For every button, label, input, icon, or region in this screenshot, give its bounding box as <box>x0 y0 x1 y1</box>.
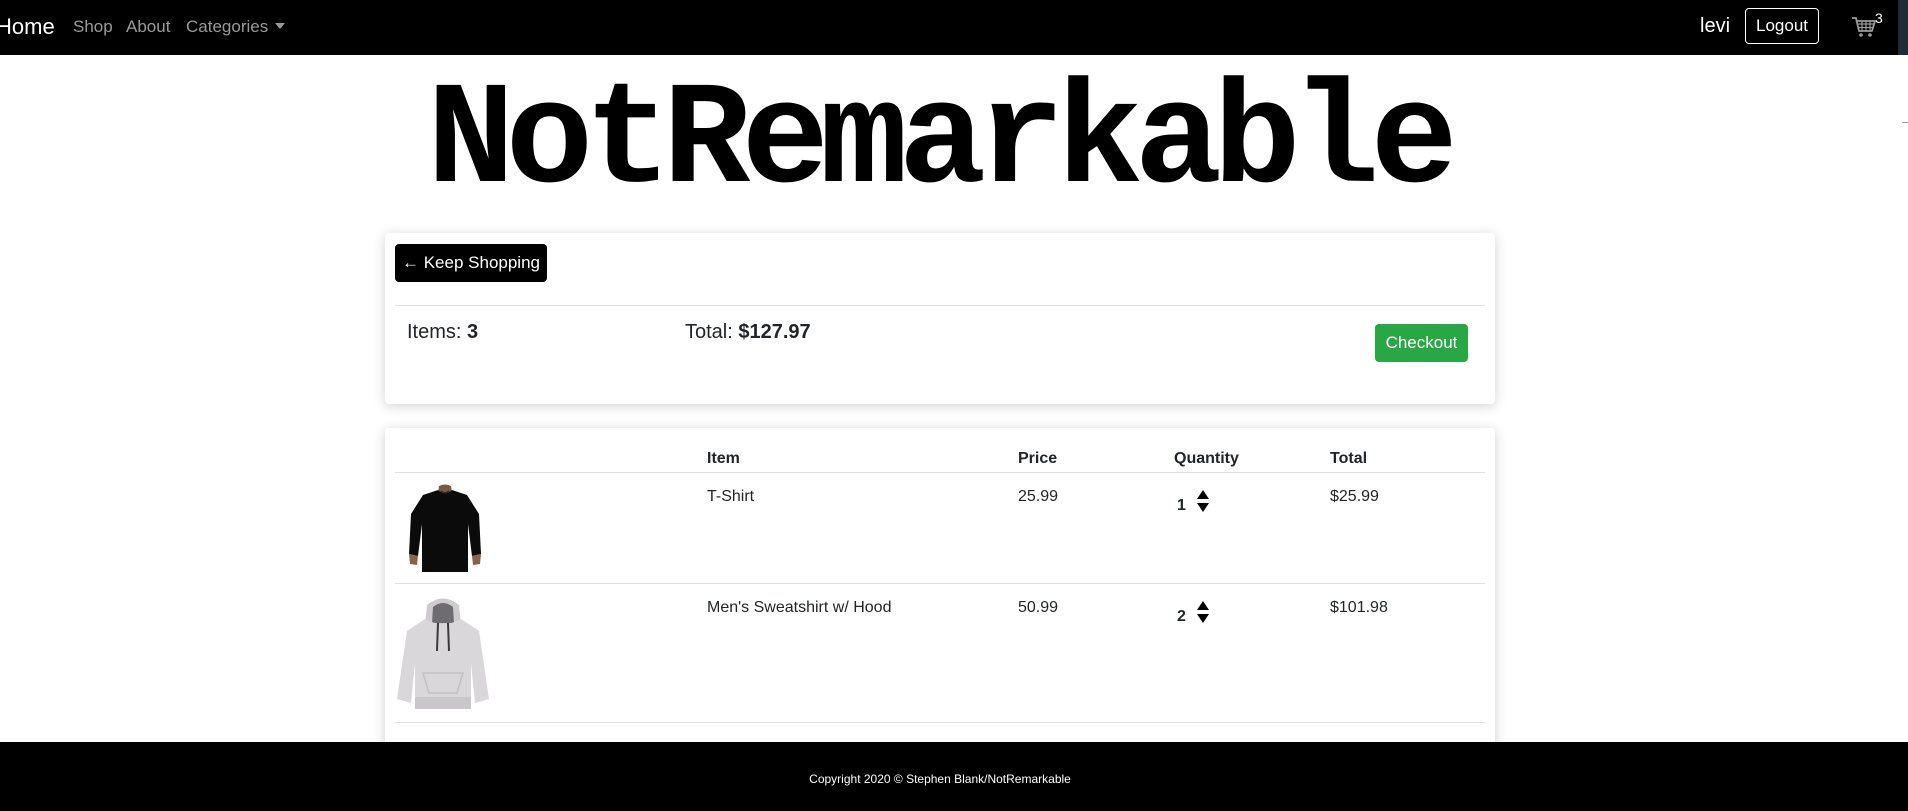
items-label: Items: <box>407 321 462 343</box>
cell-item: T-Shirt <box>707 488 755 505</box>
window-edge-strip <box>1898 0 1908 55</box>
cell-total: $25.99 <box>1330 488 1379 505</box>
total-label: Total: <box>685 321 733 343</box>
grey-hooded-sweatshirt-image <box>393 593 493 713</box>
arrow-down-icon[interactable] <box>1197 503 1209 512</box>
black-tshirt-image <box>405 482 485 572</box>
header-divider <box>395 472 1485 473</box>
site-footer: Copyright 2020 © Stephen Blank/NotRemark… <box>0 742 1908 811</box>
checkout-button[interactable]: Checkout <box>1375 324 1468 362</box>
cell-item: Men's Sweatshirt w/ Hood <box>707 599 892 616</box>
cell-price: 50.99 <box>1018 599 1059 616</box>
shopping-cart-icon[interactable] <box>1851 16 1877 38</box>
row-divider <box>395 722 1485 723</box>
top-navbar: Home Shop About Categories levi Logout 3 <box>0 0 1908 55</box>
quantity-stepper[interactable] <box>1195 599 1211 625</box>
quantity-stepper[interactable] <box>1195 488 1211 514</box>
window-edge-tick <box>1902 122 1908 123</box>
logout-button[interactable]: Logout <box>1745 8 1819 44</box>
site-logo: NotRemarkable <box>427 59 1458 225</box>
header-item: Item <box>707 450 740 467</box>
arrow-up-icon[interactable] <box>1197 490 1209 499</box>
arrow-up-icon[interactable] <box>1197 601 1209 610</box>
cart-total: Total: $127.97 <box>685 321 811 344</box>
nav-shop-link[interactable]: Shop <box>73 17 113 37</box>
summary-divider <box>395 305 1485 306</box>
cart-count-badge: 3 <box>1875 10 1883 26</box>
cell-price: 25.99 <box>1018 488 1059 505</box>
keep-shopping-button[interactable]: ← Keep Shopping <box>395 244 547 282</box>
copyright-text: Copyright 2020 © Stephen Blank/NotRemark… <box>809 772 1071 786</box>
items-value: 3 <box>467 321 479 343</box>
quantity-value: 2 <box>1177 608 1186 625</box>
cell-total: $101.98 <box>1330 599 1388 616</box>
cart-table: Item Price Quantity Total T-Shirt 25.99 … <box>385 428 1495 758</box>
nav-categories-dropdown[interactable]: Categories <box>186 17 286 37</box>
username-label: levi <box>1700 15 1731 37</box>
row-divider <box>395 583 1485 584</box>
total-value: $127.97 <box>738 321 811 343</box>
nav-home-link[interactable]: Home <box>0 14 55 40</box>
nav-about-link[interactable]: About <box>126 17 170 37</box>
nav-categories-label: Categories <box>186 17 269 36</box>
arrow-down-icon[interactable] <box>1197 614 1209 623</box>
items-count: Items: 3 <box>407 321 478 344</box>
quantity-value: 1 <box>1177 497 1186 514</box>
caret-down-icon <box>275 23 286 29</box>
cart-summary-card: ← Keep Shopping Items: 3 Total: $127.97 … <box>385 233 1495 404</box>
header-price: Price <box>1018 450 1058 467</box>
header-quantity: Quantity <box>1174 450 1239 467</box>
header-total: Total <box>1330 450 1368 467</box>
